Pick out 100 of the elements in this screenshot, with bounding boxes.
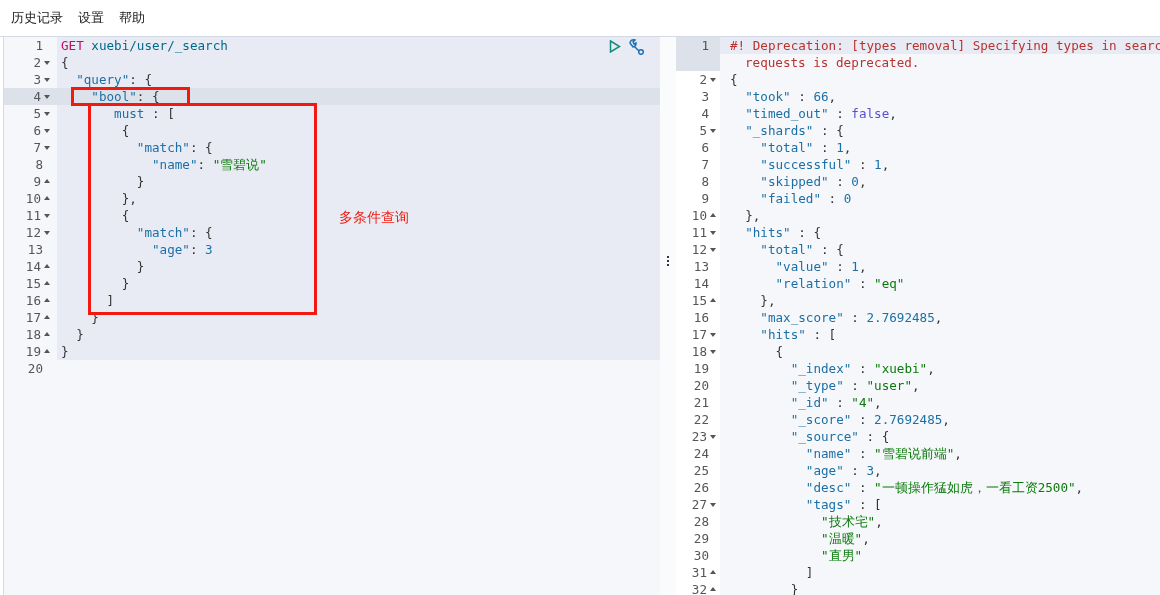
code-line: "_type" : "user", <box>789 377 921 394</box>
line-number: 27 <box>691 496 707 513</box>
line-number: 4 <box>701 105 709 122</box>
code-line: "total" : 1, <box>759 139 853 156</box>
code-line: ] <box>804 564 815 581</box>
fold-arrow-icon[interactable] <box>44 112 50 116</box>
line-number: 26 <box>693 479 709 496</box>
code-line: "skipped" : 0, <box>759 173 868 190</box>
code-line: "max_score" : 2.7692485, <box>759 309 944 326</box>
fold-arrow-icon[interactable] <box>44 78 50 82</box>
line-number: 15 <box>691 292 707 309</box>
code-line: "name" : "雪碧说前端", <box>804 445 963 462</box>
line-number: 8 <box>701 173 709 190</box>
fold-arrow-icon[interactable] <box>710 213 716 217</box>
code-line: requests is deprecated. <box>744 54 921 71</box>
line-number: 1 <box>701 37 709 54</box>
line-number: 20 <box>693 377 709 394</box>
resize-handle-icon[interactable] <box>667 256 669 266</box>
code-line: "_score" : 2.7692485, <box>789 411 951 428</box>
code-line: "tags" : [ <box>804 496 883 513</box>
fold-arrow-icon[interactable] <box>44 298 50 302</box>
fold-arrow-icon[interactable] <box>710 231 716 235</box>
menu-item[interactable]: 设置 <box>78 9 104 27</box>
line-number: 29 <box>693 530 709 547</box>
menu-item[interactable]: 历史记录 <box>11 9 63 27</box>
line-number: 12 <box>25 224 41 241</box>
fold-arrow-icon[interactable] <box>44 281 50 285</box>
fold-arrow-icon[interactable] <box>44 231 50 235</box>
line-number: 8 <box>35 156 43 173</box>
play-icon[interactable] <box>609 40 621 53</box>
line-number: 5 <box>33 105 41 122</box>
line-number: 22 <box>693 411 709 428</box>
line-number: 31 <box>691 564 707 581</box>
line-number: 25 <box>693 462 709 479</box>
line-number: 6 <box>701 139 709 156</box>
fold-arrow-icon[interactable] <box>44 179 50 183</box>
code-line: "hits" : [ <box>759 326 838 343</box>
code-line: "desc" : "一顿操作猛如虎，一看工资2500", <box>804 479 1085 496</box>
code-line: }, <box>759 292 777 309</box>
menu-item[interactable]: 帮助 <box>119 9 145 27</box>
line-number: 19 <box>25 343 41 360</box>
line-number: 18 <box>691 343 707 360</box>
line-number: 32 <box>691 581 707 595</box>
code-line: "timed_out" : false, <box>744 105 898 122</box>
code-line: "直男" <box>820 547 864 564</box>
code-line: "total" : { <box>759 241 845 258</box>
code-line: "_source" : { <box>789 428 891 445</box>
line-number: 16 <box>693 309 709 326</box>
line-number: 28 <box>693 513 709 530</box>
line-number: 6 <box>33 122 41 139</box>
fold-arrow-icon[interactable] <box>44 129 50 133</box>
line-number: 10 <box>691 207 707 224</box>
line-number: 9 <box>33 173 41 190</box>
code-line: "_index" : "xuebi", <box>789 360 936 377</box>
line-number: 15 <box>25 275 41 292</box>
fold-arrow-icon[interactable] <box>710 503 716 507</box>
fold-arrow-icon[interactable] <box>44 146 50 150</box>
fold-arrow-icon[interactable] <box>44 315 50 319</box>
code-line: "hits" : { <box>744 224 822 241</box>
line-number: 11 <box>25 207 41 224</box>
code-line: "age" : 3, <box>804 462 883 479</box>
line-number: 2 <box>699 71 707 88</box>
line-number: 12 <box>691 241 707 258</box>
fold-arrow-icon[interactable] <box>710 298 716 302</box>
fold-arrow-icon[interactable] <box>710 570 716 574</box>
code-line: "value" : 1, <box>774 258 868 275</box>
code-line: "技术宅", <box>820 513 884 530</box>
code-line: { <box>729 71 739 88</box>
fold-arrow-icon[interactable] <box>710 78 716 82</box>
fold-arrow-icon[interactable] <box>44 214 50 218</box>
line-number: 30 <box>693 547 709 564</box>
line-number: 3 <box>33 71 41 88</box>
line-number: 10 <box>25 190 41 207</box>
fold-arrow-icon[interactable] <box>710 587 716 591</box>
line-number: 7 <box>33 139 41 156</box>
line-number: 23 <box>691 428 707 445</box>
fold-arrow-icon[interactable] <box>44 264 50 268</box>
fold-arrow-icon[interactable] <box>44 61 50 65</box>
line-number: 7 <box>701 156 709 173</box>
fold-arrow-icon[interactable] <box>44 332 50 336</box>
annotation-note: 多条件查询 <box>339 209 409 227</box>
code-line: "took" : 66, <box>744 88 838 105</box>
line-number: 14 <box>25 258 41 275</box>
line-number: 19 <box>693 360 709 377</box>
fold-arrow-icon[interactable] <box>44 196 50 200</box>
line-number: 17 <box>691 326 707 343</box>
line-number: 16 <box>25 292 41 309</box>
line-number: 13 <box>27 241 43 258</box>
code-line: "_id" : "4", <box>789 394 883 411</box>
fold-arrow-icon[interactable] <box>710 248 716 252</box>
code-line: "温暖", <box>820 530 871 547</box>
fold-arrow-icon[interactable] <box>710 435 716 439</box>
line-number: 9 <box>701 190 709 207</box>
fold-arrow-icon[interactable] <box>710 333 716 337</box>
fold-arrow-icon[interactable] <box>44 95 50 99</box>
fold-arrow-icon[interactable] <box>710 350 716 354</box>
code-line: "failed" : 0 <box>759 190 853 207</box>
fold-arrow-icon[interactable] <box>44 349 50 353</box>
wrench-icon[interactable] <box>628 38 645 55</box>
fold-arrow-icon[interactable] <box>710 129 716 133</box>
